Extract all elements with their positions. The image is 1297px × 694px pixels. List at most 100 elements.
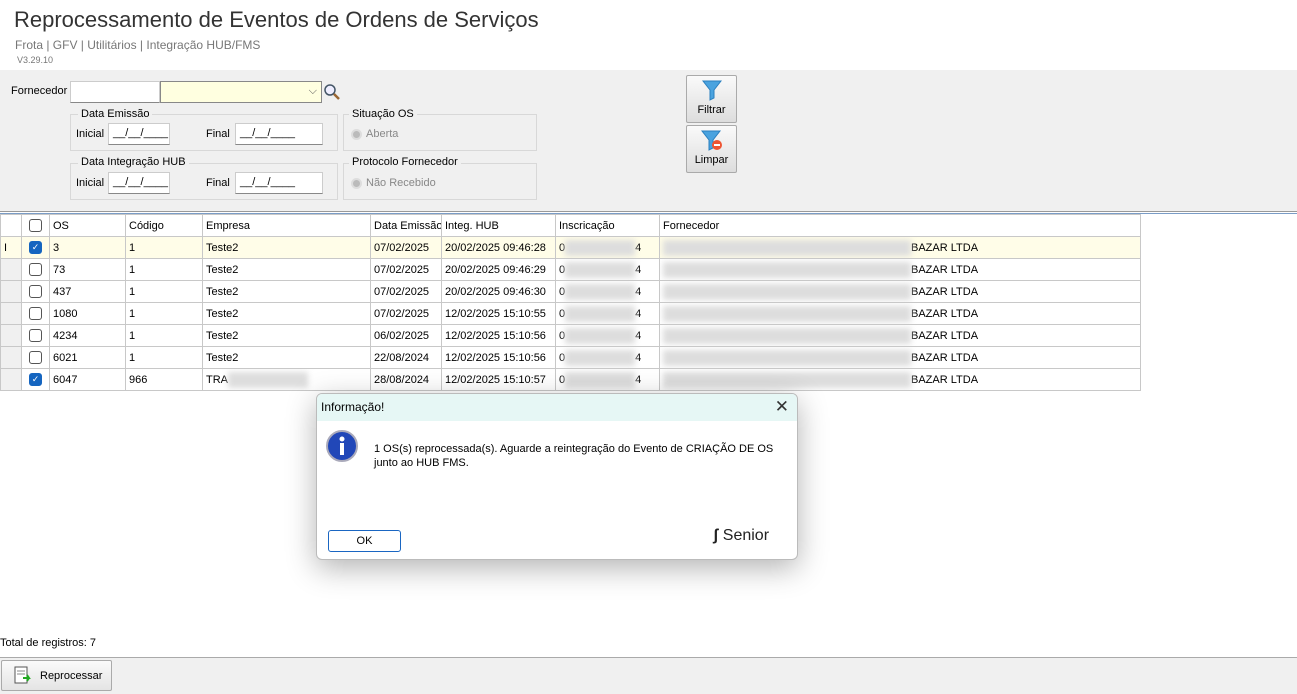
cell-os: 437 <box>49 280 126 303</box>
table-row[interactable]: 437 1 Teste2 07/02/2025 20/02/2025 09:46… <box>0 280 1141 303</box>
inscricao-end: 4 <box>635 307 642 320</box>
cell-inscricao: 04 <box>555 280 660 303</box>
data-emissao-final-input[interactable]: __/__/____ <box>235 123 323 145</box>
cell-os: 73 <box>49 258 126 281</box>
table-row[interactable]: 73 1 Teste2 07/02/2025 20/02/2025 09:46:… <box>0 258 1141 281</box>
cell-data-emissao: 28/08/2024 <box>370 368 442 391</box>
redacted-blur <box>565 239 636 256</box>
redacted-blur <box>565 283 636 300</box>
redacted-blur <box>565 349 636 366</box>
reprocessar-button[interactable]: Reprocessar <box>1 660 112 691</box>
data-hub-inicial-input[interactable]: __/__/____ <box>108 172 170 194</box>
col-codigo[interactable]: Código <box>125 214 203 237</box>
bottom-toolbar <box>0 657 1297 694</box>
radio-icon <box>351 177 362 189</box>
search-icon[interactable] <box>323 83 340 100</box>
row-header[interactable] <box>0 346 22 369</box>
row-checkbox[interactable] <box>21 302 50 325</box>
table-row[interactable]: 4234 1 Teste2 06/02/2025 12/02/2025 15:1… <box>0 324 1141 347</box>
row-header[interactable] <box>0 280 22 303</box>
empresa-text: Teste2 <box>206 351 239 364</box>
row-header[interactable]: I <box>0 236 22 259</box>
radio-icon <box>351 128 362 140</box>
row-header-corner <box>0 214 22 237</box>
col-data-emissao[interactable]: Data Emissão <box>370 214 442 237</box>
row-checkbox[interactable] <box>21 280 50 303</box>
col-empresa[interactable]: Empresa <box>202 214 371 237</box>
text-cursor-icon: I <box>4 241 8 254</box>
table-row[interactable]: I ✓ 3 1 Teste2 07/02/2025 20/02/2025 09:… <box>0 236 1141 259</box>
limpar-button[interactable]: Limpar <box>686 125 737 173</box>
fornecedor-select[interactable]: ⌵ <box>160 81 322 103</box>
cell-os: 6047 <box>49 368 126 391</box>
redacted-blur <box>663 371 911 388</box>
row-checkbox[interactable] <box>21 258 50 281</box>
cell-empresa: Teste2 <box>202 236 371 259</box>
row-header[interactable] <box>0 368 22 391</box>
cell-integ-hub: 12/02/2025 15:10:55 <box>441 302 556 325</box>
row-checkbox[interactable]: ✓ <box>21 236 50 259</box>
redacted-blur <box>565 305 636 322</box>
filtrar-button[interactable]: Filtrar <box>686 75 737 123</box>
col-integ-hub[interactable]: Integ. HUB <box>441 214 556 237</box>
table-row[interactable]: 1080 1 Teste2 07/02/2025 12/02/2025 15:1… <box>0 302 1141 325</box>
data-emissao-inicial-input[interactable]: __/__/____ <box>108 123 170 145</box>
empresa-text: Teste2 <box>206 285 239 298</box>
cell-integ-hub: 12/02/2025 15:10:56 <box>441 346 556 369</box>
cell-os: 6021 <box>49 346 126 369</box>
radio-nao-recebido[interactable]: Não Recebido <box>351 177 436 189</box>
cell-empresa: Teste2 <box>202 324 371 347</box>
cell-integ-hub: 12/02/2025 15:10:57 <box>441 368 556 391</box>
fornecedor-text: BAZAR LTDA <box>911 307 979 320</box>
close-icon[interactable]: ✕ <box>775 397 789 417</box>
row-header[interactable] <box>0 302 22 325</box>
row-checkbox[interactable] <box>21 324 50 347</box>
col-inscricao[interactable]: Inscricação <box>555 214 660 237</box>
checkbox-icon <box>29 307 42 320</box>
cell-inscricao: 04 <box>555 236 660 259</box>
inscricao-end: 4 <box>635 285 642 298</box>
ok-button[interactable]: OK <box>328 530 401 552</box>
cell-fornecedor: BAZAR LTDA <box>659 346 1141 369</box>
table-row[interactable]: ✓ 6047 966 TRA 28/08/2024 12/02/2025 15:… <box>0 368 1141 391</box>
cell-inscricao: 04 <box>555 302 660 325</box>
cell-data-emissao: 06/02/2025 <box>370 324 442 347</box>
row-checkbox[interactable]: ✓ <box>21 368 50 391</box>
cell-integ-hub: 20/02/2025 09:46:29 <box>441 258 556 281</box>
fornecedor-code-input[interactable] <box>70 81 160 103</box>
col-fornecedor[interactable]: Fornecedor <box>659 214 1141 237</box>
reprocess-document-icon <box>14 666 31 684</box>
situacao-legend: Situação OS <box>349 108 417 120</box>
cell-empresa: TRA <box>202 368 371 391</box>
cell-codigo: 1 <box>125 258 203 281</box>
redacted-blur <box>565 261 636 278</box>
info-icon <box>326 430 358 462</box>
radio-label: Não Recebido <box>366 177 436 189</box>
fornecedor-text: BAZAR LTDA <box>911 241 979 254</box>
cell-empresa: Teste2 <box>202 258 371 281</box>
checkbox-icon <box>29 329 42 342</box>
senior-s-icon: ʃ <box>713 527 719 544</box>
cell-fornecedor: BAZAR LTDA <box>659 258 1141 281</box>
checkbox-icon: ✓ <box>29 241 42 254</box>
final-label: Final <box>206 128 230 140</box>
filter-icon <box>701 80 722 101</box>
radio-aberta[interactable]: Aberta <box>351 128 398 140</box>
row-header[interactable] <box>0 258 22 281</box>
row-header[interactable] <box>0 324 22 347</box>
col-os[interactable]: OS <box>49 214 126 237</box>
redacted-blur <box>663 261 911 278</box>
row-checkbox[interactable] <box>21 346 50 369</box>
fornecedor-label: Fornecedor <box>11 85 68 97</box>
cell-integ-hub: 20/02/2025 09:46:30 <box>441 280 556 303</box>
select-all-checkbox[interactable] <box>21 214 50 237</box>
cell-data-emissao: 07/02/2025 <box>370 236 442 259</box>
cell-codigo: 1 <box>125 280 203 303</box>
empresa-text: Teste2 <box>206 307 239 320</box>
data-hub-final-input[interactable]: __/__/____ <box>235 172 323 194</box>
filter-panel: Fornecedor ⌵ Data Emissão Inicial __/__/… <box>0 70 1297 212</box>
redacted-blur <box>663 349 911 366</box>
chevron-down-icon: ⌵ <box>308 85 317 97</box>
checkbox-icon <box>29 351 42 364</box>
table-row[interactable]: 6021 1 Teste2 22/08/2024 12/02/2025 15:1… <box>0 346 1141 369</box>
